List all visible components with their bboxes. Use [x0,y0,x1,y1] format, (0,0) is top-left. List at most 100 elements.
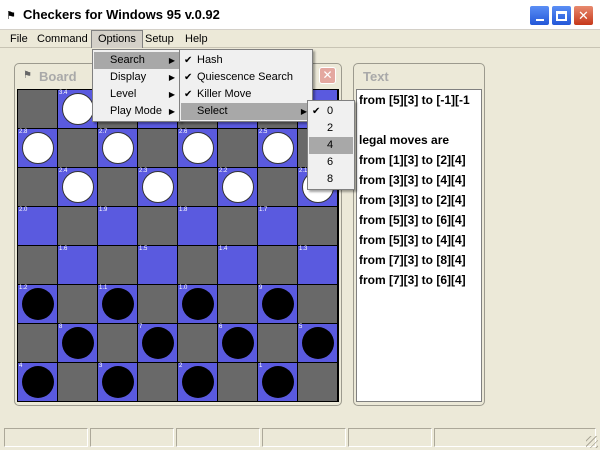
board-square[interactable] [298,285,338,324]
board-square[interactable]: 2.2 [218,168,258,207]
select-item-0[interactable]: ✔ 0 [309,103,353,120]
board-square[interactable]: 7 [138,324,178,363]
board-square[interactable] [98,246,138,285]
options-item-display[interactable]: Display ▶ [94,69,179,86]
white-checker-piece[interactable] [262,132,294,164]
board-square[interactable]: 4 [18,363,58,402]
board-square[interactable] [138,207,178,246]
board-square[interactable]: 1.9 [98,207,138,246]
black-checker-piece[interactable] [302,327,334,359]
board-square[interactable]: 9 [258,285,298,324]
board-square[interactable] [58,207,98,246]
board-square[interactable]: 1.3 [298,246,338,285]
board-square[interactable]: 2.6 [178,129,218,168]
board-square[interactable] [258,168,298,207]
board-square[interactable] [98,168,138,207]
board-square[interactable] [18,324,58,363]
board-square[interactable]: 2.3 [138,168,178,207]
board-square[interactable]: 2.7 [98,129,138,168]
board-square[interactable] [138,285,178,324]
white-checker-piece[interactable] [62,93,94,125]
board-square[interactable] [178,168,218,207]
options-item-level[interactable]: Level ▶ [94,86,179,103]
white-checker-piece[interactable] [102,132,134,164]
black-checker-piece[interactable] [22,366,54,398]
menu-command[interactable]: Command [31,30,94,48]
black-checker-piece[interactable] [62,327,94,359]
menu-setup[interactable]: Setup [139,30,180,48]
black-checker-piece[interactable] [262,288,294,320]
menu-help[interactable]: Help [179,30,214,48]
search-item-select[interactable]: Select ▶ [181,103,311,120]
menu-file[interactable]: File [4,30,34,48]
minimize-button[interactable] [529,5,550,26]
menu-options[interactable]: Options [91,30,143,48]
text-panel-header[interactable]: Text [354,64,484,86]
white-checker-piece[interactable] [62,171,94,203]
board-square[interactable] [58,129,98,168]
board-square[interactable]: 1 [258,363,298,402]
board-square[interactable]: 2.8 [18,129,58,168]
options-item-play-mode[interactable]: Play Mode ▶ [94,103,179,120]
board-square[interactable] [98,324,138,363]
black-checker-piece[interactable] [222,327,254,359]
board-square[interactable]: 2.5 [258,129,298,168]
board-square[interactable] [58,285,98,324]
board-square[interactable] [18,246,58,285]
board-square[interactable] [178,324,218,363]
board-square[interactable]: 1.4 [218,246,258,285]
maximize-button[interactable] [551,5,572,26]
board-square[interactable]: 5 [298,324,338,363]
close-button[interactable]: ✕ [573,5,594,26]
board-square[interactable] [258,246,298,285]
move-log-text[interactable]: from [5][3] to [-1][-1 legal moves are f… [356,89,482,402]
board-square[interactable] [58,363,98,402]
board-square[interactable] [18,90,58,129]
board-square[interactable]: 1.0 [178,285,218,324]
board-square[interactable] [218,207,258,246]
board-square[interactable] [138,363,178,402]
board-square[interactable]: 1.8 [178,207,218,246]
select-item-8[interactable]: 8 [309,171,353,188]
board-square[interactable]: 1.1 [98,285,138,324]
board-square[interactable] [138,129,178,168]
board-square[interactable] [218,285,258,324]
options-item-search[interactable]: Search ▶ [94,52,179,69]
title-bar[interactable]: ⚑ Checkers for Windows 95 v.0.92 ✕ [0,0,600,30]
board-square[interactable] [298,363,338,402]
white-checker-piece[interactable] [142,171,174,203]
search-item-hash[interactable]: ✔ Hash [181,52,311,69]
board-square[interactable]: 3 [98,363,138,402]
select-item-6[interactable]: 6 [309,154,353,171]
board-square[interactable]: 1.6 [58,246,98,285]
checkers-app-icon[interactable]: ⚑ [6,9,16,22]
white-checker-piece[interactable] [222,171,254,203]
board-square[interactable] [178,246,218,285]
resize-grip-icon[interactable] [586,436,598,448]
board-square[interactable] [218,129,258,168]
board-panel-close-button[interactable]: ✕ [319,67,336,84]
board-square[interactable] [18,168,58,207]
board-square[interactable]: 2.4 [58,168,98,207]
search-item-killer-move[interactable]: ✔ Killer Move [181,86,311,103]
board-square[interactable]: 2.0 [18,207,58,246]
board-square[interactable]: 8 [58,324,98,363]
black-checker-piece[interactable] [102,366,134,398]
black-checker-piece[interactable] [22,288,54,320]
board-square[interactable] [258,324,298,363]
board-square[interactable] [298,207,338,246]
board-square[interactable]: 1.5 [138,246,178,285]
black-checker-piece[interactable] [102,288,134,320]
board-square[interactable]: 2 [178,363,218,402]
board-square[interactable] [218,363,258,402]
black-checker-piece[interactable] [142,327,174,359]
checkers-board[interactable]: 3.4 2.8 2.7 2.6 2.5 2.4 2.3 2.2 2.1 2.0 1.9 1.8 1.7 1… [17,89,339,402]
board-square[interactable]: 1.2 [18,285,58,324]
white-checker-piece[interactable] [22,132,54,164]
black-checker-piece[interactable] [262,366,294,398]
black-checker-piece[interactable] [182,366,214,398]
board-square[interactable]: 6 [218,324,258,363]
white-checker-piece[interactable] [182,132,214,164]
search-item-quiescence[interactable]: ✔ Quiescence Search [181,69,311,86]
select-item-4[interactable]: 4 [309,137,353,154]
